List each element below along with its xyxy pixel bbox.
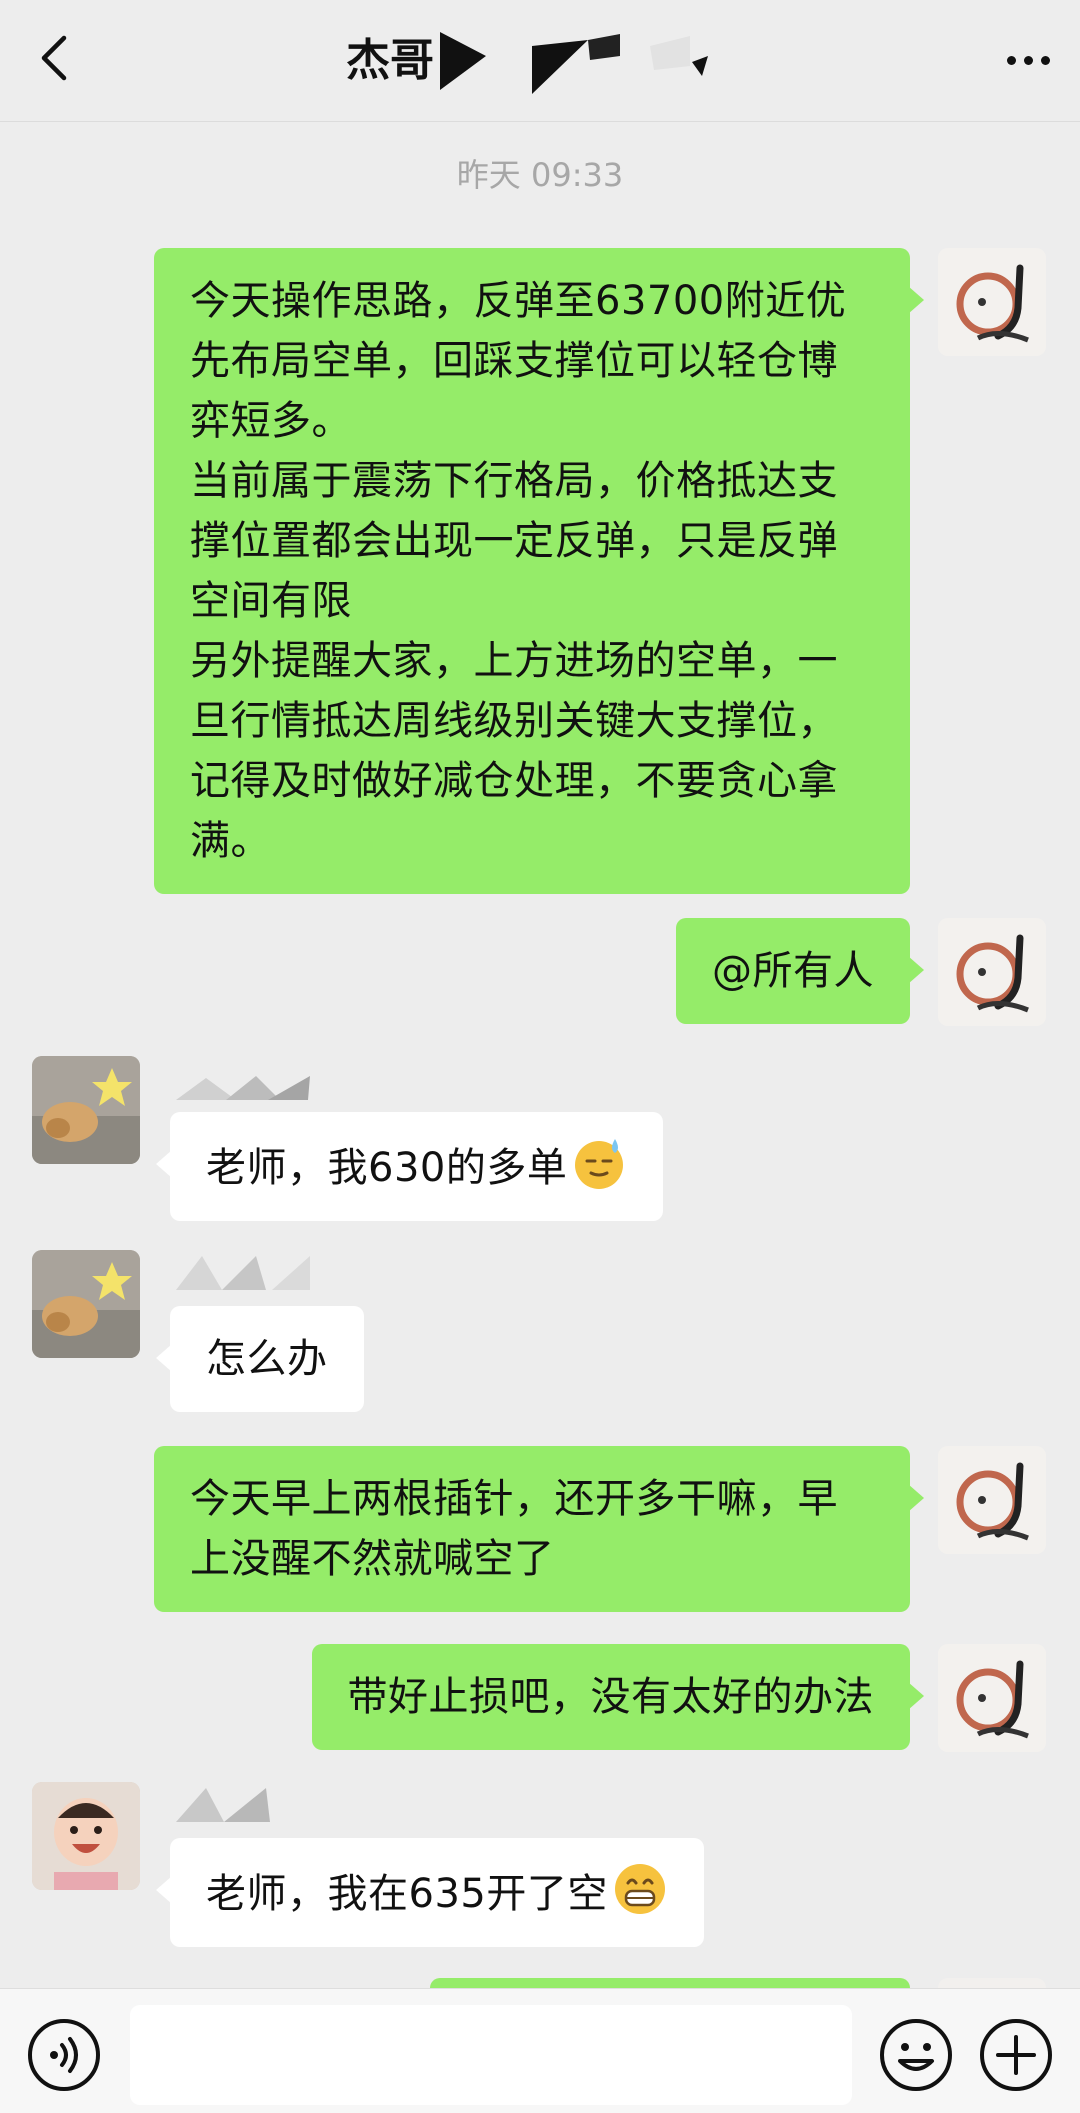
avatar[interactable] [938, 248, 1046, 356]
incoming-message-bubble[interactable]: 老师，我630的多单 [155, 1112, 664, 1221]
outgoing-message-bubble[interactable]: 今天早上两根插针，还开多干嘛，早上没醒不然就喊空了 [154, 1446, 924, 1612]
nickname-redaction [176, 1788, 270, 1822]
emoji-button[interactable] [878, 2017, 954, 2093]
nickname-redaction [176, 1256, 310, 1290]
message-text: 今天操作思路，反弹至63700附近优先布局空单，回踩支撑位可以轻仓博弈短多。 当… [190, 278, 847, 864]
ink-circle-avatar-icon [938, 1446, 1046, 1554]
message-text: 老师，我在635开了空 [206, 1871, 608, 1917]
plus-circle-icon [980, 2019, 1052, 2091]
outgoing-message-bubble[interactable]: @所有人 [676, 918, 924, 1024]
outgoing-message-bubble[interactable]: 带好止损吧，没有太好的办法 [311, 1644, 924, 1750]
smiley-icon [880, 2019, 952, 2091]
baby-avatar-icon [32, 1782, 140, 1890]
voice-icon [28, 2019, 100, 2091]
nickname-redaction [176, 1076, 310, 1100]
input-bar [0, 1988, 1080, 2113]
more-dots-icon [1006, 55, 1016, 65]
puppy-avatar-icon [32, 1250, 140, 1358]
message-text: 老师，我630的多单 [206, 1145, 568, 1191]
message-timestamp: 昨天 09:33 [456, 156, 624, 194]
more-button[interactable] [998, 32, 1058, 88]
message-text: @所有人 [712, 948, 874, 994]
chat-title: 杰哥 [346, 35, 434, 86]
message-text: 怎么办 [206, 1336, 328, 1382]
avatar[interactable] [32, 1056, 140, 1164]
message-input[interactable] [130, 2005, 852, 2105]
avatar[interactable] [32, 1782, 140, 1890]
outgoing-message-bubble[interactable]: 今天操作思路，反弹至63700附近优先布局空单，回踩支撑位可以轻仓博弈短多。 当… [154, 248, 924, 894]
avatar[interactable] [938, 1644, 1046, 1752]
voice-button[interactable] [26, 2017, 102, 2093]
ink-circle-avatar-icon [938, 918, 1046, 1026]
plus-button[interactable] [978, 2017, 1054, 2093]
ink-circle-avatar-icon [938, 1644, 1046, 1752]
ink-circle-avatar-icon [938, 248, 1046, 356]
avatar[interactable] [938, 918, 1046, 1026]
puppy-avatar-icon [32, 1056, 140, 1164]
avatar[interactable] [32, 1250, 140, 1358]
incoming-message-bubble[interactable]: 怎么办 [156, 1306, 364, 1412]
incoming-message-bubble[interactable]: 老师，我在635开了空 [156, 1838, 704, 1947]
redaction-mask [440, 32, 708, 94]
chat-header: 杰哥 [0, 0, 1080, 122]
avatar[interactable] [938, 1446, 1046, 1554]
back-button[interactable] [30, 30, 78, 86]
message-text: 今天早上两根插针，还开多干嘛，早上没醒不然就喊空了 [190, 1476, 838, 1582]
message-text: 带好止损吧，没有太好的办法 [347, 1674, 874, 1720]
sweat-smile-emoji [575, 1139, 624, 1189]
chevron-left-icon [41, 35, 67, 81]
grin-emoji [614, 1864, 665, 1914]
